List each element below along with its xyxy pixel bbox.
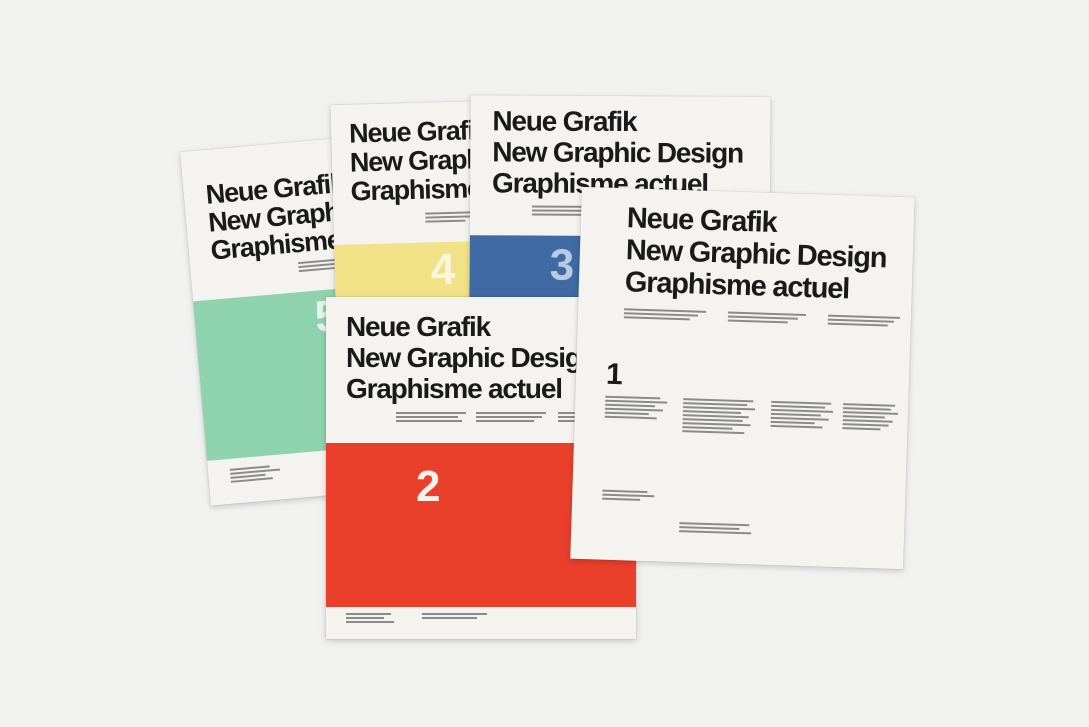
masthead-fine-print [229,462,291,485]
issue-number: 3 [549,240,575,290]
cover-title-line-1: Neue Grafik [492,105,637,138]
masthead-fine-print [602,488,672,504]
issue-number: 4 [430,244,456,295]
cover-title-line-3: Graphisme actuel [624,266,850,306]
cover-title-line-3: Graphisme actuel [346,373,563,404]
cover-fine-print [727,310,818,327]
contents-column-3 [770,399,841,431]
publisher-fine-print [679,520,769,537]
cover-fine-print [827,313,908,330]
cover-issue-4: Neue Grafik New Graphic Design Graphisme… [330,101,491,305]
masthead-fine-print [346,611,416,625]
issue-number: 1 [605,357,624,392]
publisher-fine-print [422,611,502,621]
cover-fine-print [476,410,551,424]
issue-number: 2 [416,462,441,511]
cover-title-line-2: New Graphic Design [346,342,598,373]
contents-column-2 [682,396,763,436]
magazine-arrangement: Neue Grafik New Graphic Design Graphisme… [0,0,1089,727]
cover-title-line-1: Neue Grafik [346,311,491,342]
cover-fine-print [623,306,714,323]
cover-issue-1: Neue Grafik New Graphic Design Graphisme… [570,186,915,570]
contents-column-4 [842,401,903,433]
cover-title-line-2: New Graphic Design [492,136,744,169]
cover-fine-print [396,410,471,424]
contents-column-1 [604,394,676,422]
color-band [334,240,491,305]
